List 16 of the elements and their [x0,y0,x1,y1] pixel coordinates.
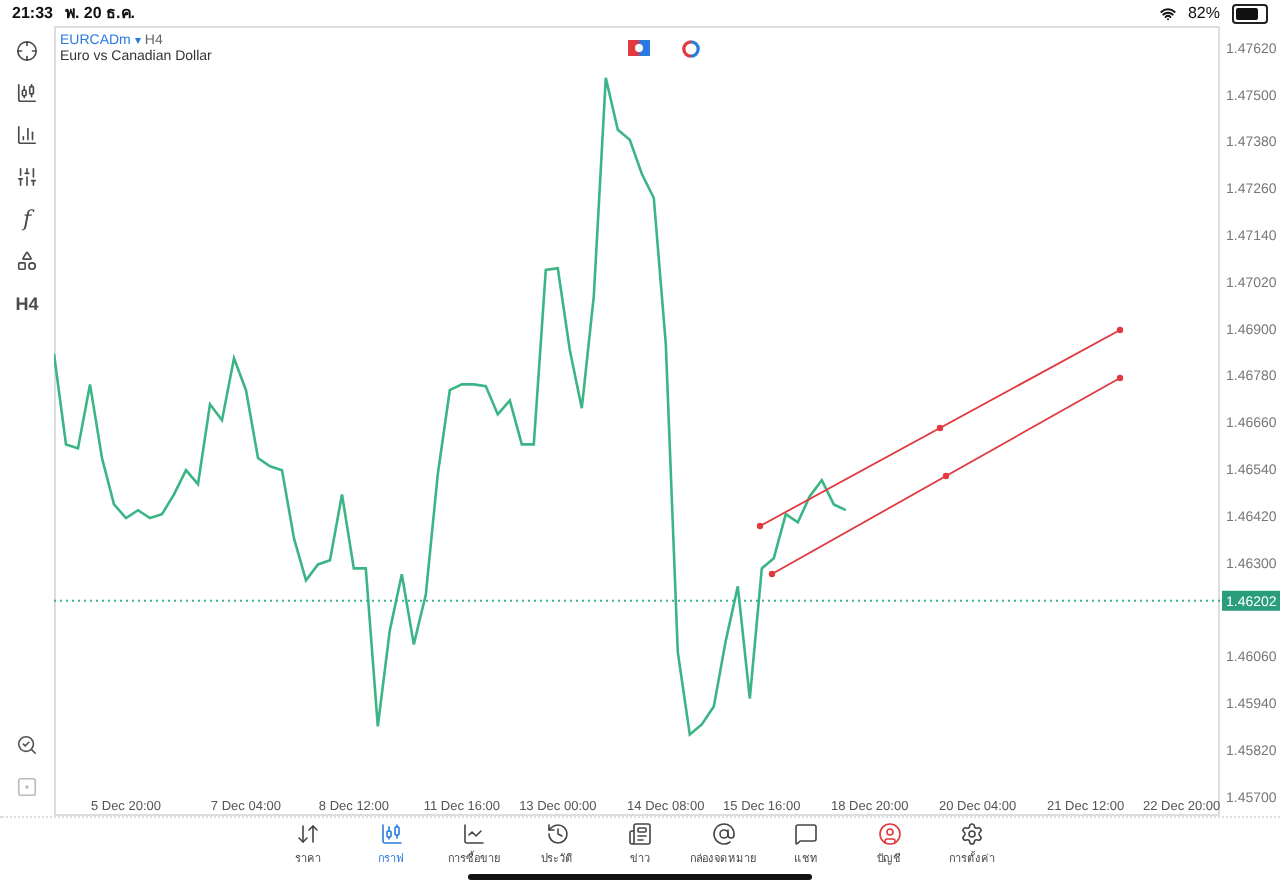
arrows-icon [296,822,320,846]
settings-icon [960,822,984,846]
status-date: พ. 20 ธ.ค. [64,2,135,26]
chat-icon [794,822,818,846]
history-icon [545,822,569,846]
candlestick-icon [379,822,403,846]
function-tool[interactable]: f [5,198,49,240]
timeframe-button[interactable]: H4 [5,282,49,324]
newspaper-icon [628,822,652,846]
at-sign-icon [711,822,735,846]
line-chart-icon [462,822,486,846]
battery-icon [1232,3,1268,23]
trade-icon[interactable] [628,40,650,56]
wifi-icon [1159,5,1176,21]
clock-time: 21:33 [12,4,53,22]
battery-percent: 82% [1187,4,1220,22]
